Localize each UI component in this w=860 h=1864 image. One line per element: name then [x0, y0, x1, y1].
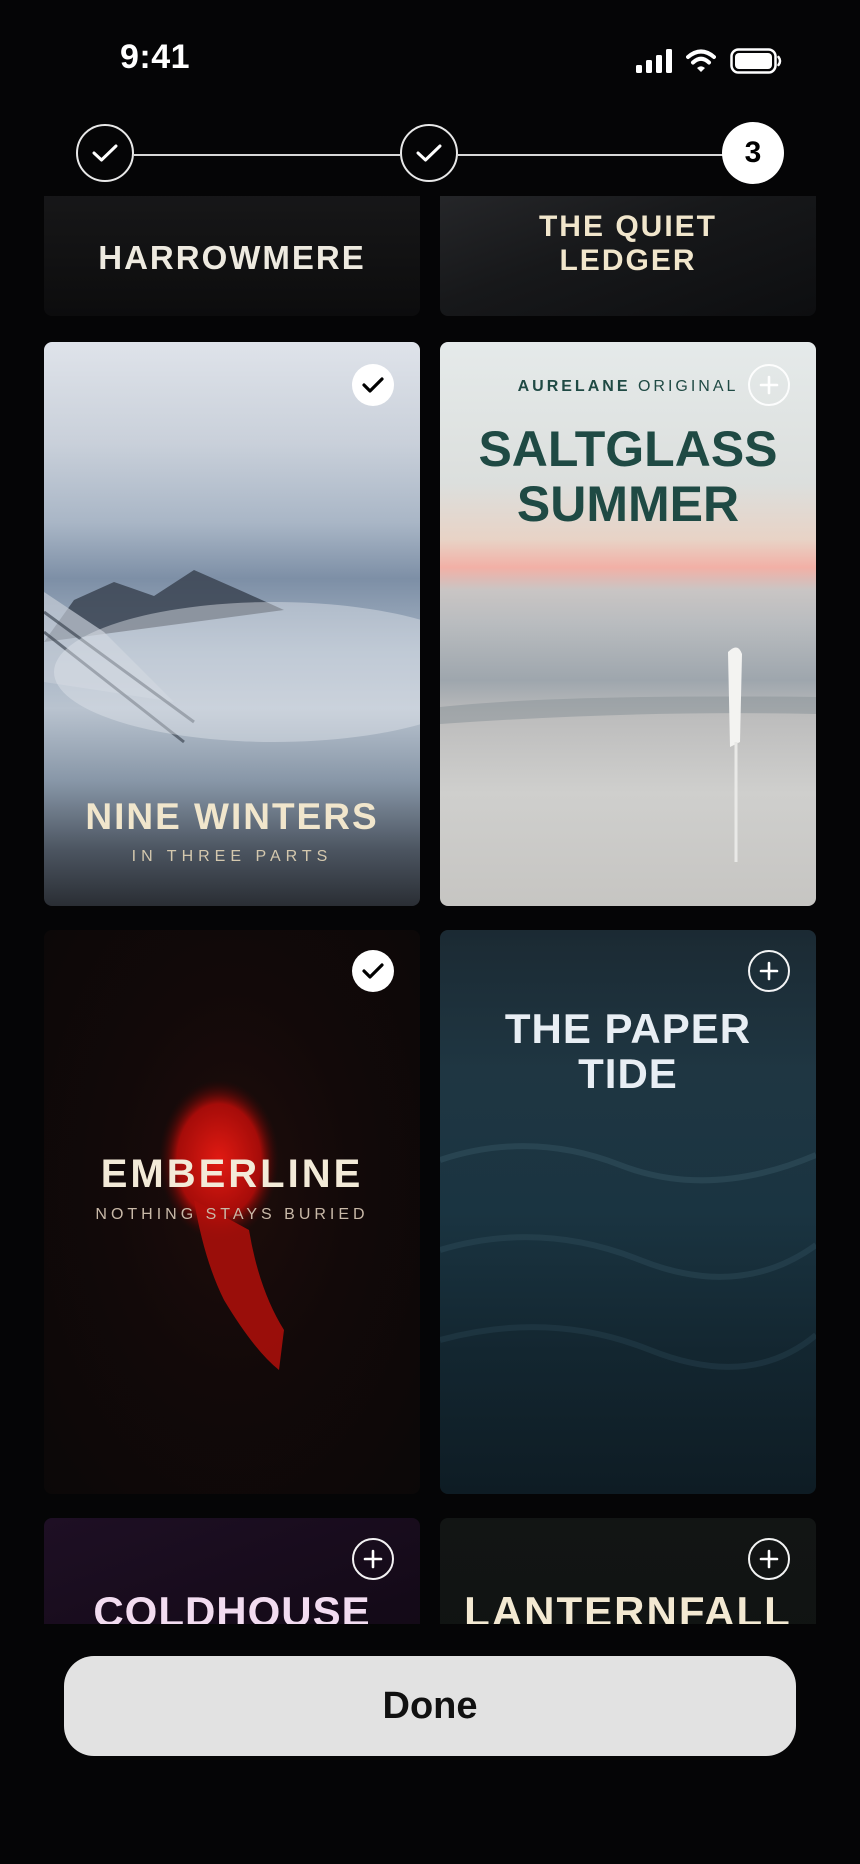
- battery-icon: [730, 48, 782, 74]
- checkmark-icon: [92, 144, 118, 162]
- card-title: NINE WINTERS: [85, 796, 379, 837]
- cellular-signal-icon: [636, 49, 672, 73]
- card-subtitle: NOTHING STAYS BURIED: [95, 1206, 369, 1223]
- show-card-harrowmere[interactable]: HARROWMERE: [44, 196, 420, 316]
- card-title-line1: SALTGLASS: [478, 421, 778, 477]
- card-title-line1: THE QUIET: [538, 210, 717, 243]
- card-title: COLDHOUSE: [93, 1588, 371, 1624]
- step-3-current: 3: [722, 122, 784, 184]
- checkmark-icon: [416, 144, 442, 162]
- plus-icon: [363, 1549, 383, 1569]
- step-connector: [458, 154, 726, 156]
- status-bar: 9:41: [0, 0, 860, 120]
- brand-label: AURELANE: [517, 378, 631, 395]
- card-subtitle: IN THREE PARTS: [131, 848, 333, 865]
- checkmark-icon: [362, 963, 384, 979]
- step-connector: [134, 154, 400, 156]
- show-card-emberline[interactable]: EMBERLINE NOTHING STAYS BURIED: [44, 930, 420, 1494]
- card-title: EMBERLINE: [100, 1152, 364, 1196]
- selected-badge[interactable]: [352, 950, 394, 992]
- show-card-saltglass-summer[interactable]: AURELANE ORIGINAL SALTGLASS SUMMER: [440, 342, 816, 906]
- add-badge[interactable]: [748, 950, 790, 992]
- plus-icon: [759, 961, 779, 981]
- card-title-line1: THE PAPER: [504, 1005, 752, 1052]
- card-title: HARROWMERE: [98, 239, 366, 276]
- card-title-line2: TIDE: [578, 1050, 678, 1098]
- show-card-coldhouse[interactable]: COLDHOUSE: [44, 1518, 420, 1624]
- add-badge[interactable]: [352, 1538, 394, 1580]
- show-card-lanternfall[interactable]: LANTERNFALL: [440, 1518, 816, 1624]
- wifi-icon: [686, 49, 716, 72]
- step-1-completed: [76, 124, 134, 182]
- card-title-line2: LEDGER: [559, 243, 697, 277]
- show-grid[interactable]: HARROWMERE THE QUIET LEDGER NINE WINTERS…: [0, 196, 860, 1624]
- done-button[interactable]: Done: [64, 1656, 796, 1756]
- brand-suffix: ORIGINAL: [637, 378, 739, 395]
- add-badge[interactable]: [748, 1538, 790, 1580]
- status-time: 9:41: [120, 38, 191, 76]
- plus-icon: [759, 1549, 779, 1569]
- progress-stepper: 3: [76, 122, 784, 186]
- card-title-line2: SUMMER: [516, 476, 740, 532]
- show-card-the-quiet-ledger[interactable]: THE QUIET LEDGER: [440, 196, 816, 316]
- show-card-nine-winters[interactable]: NINE WINTERS IN THREE PARTS: [44, 342, 420, 906]
- step-2-completed: [400, 124, 458, 182]
- selected-badge[interactable]: [352, 364, 394, 406]
- show-card-the-paper-tide[interactable]: THE PAPER TIDE: [440, 930, 816, 1494]
- checkmark-icon: [362, 377, 384, 393]
- card-title: LANTERNFALL: [464, 1588, 792, 1624]
